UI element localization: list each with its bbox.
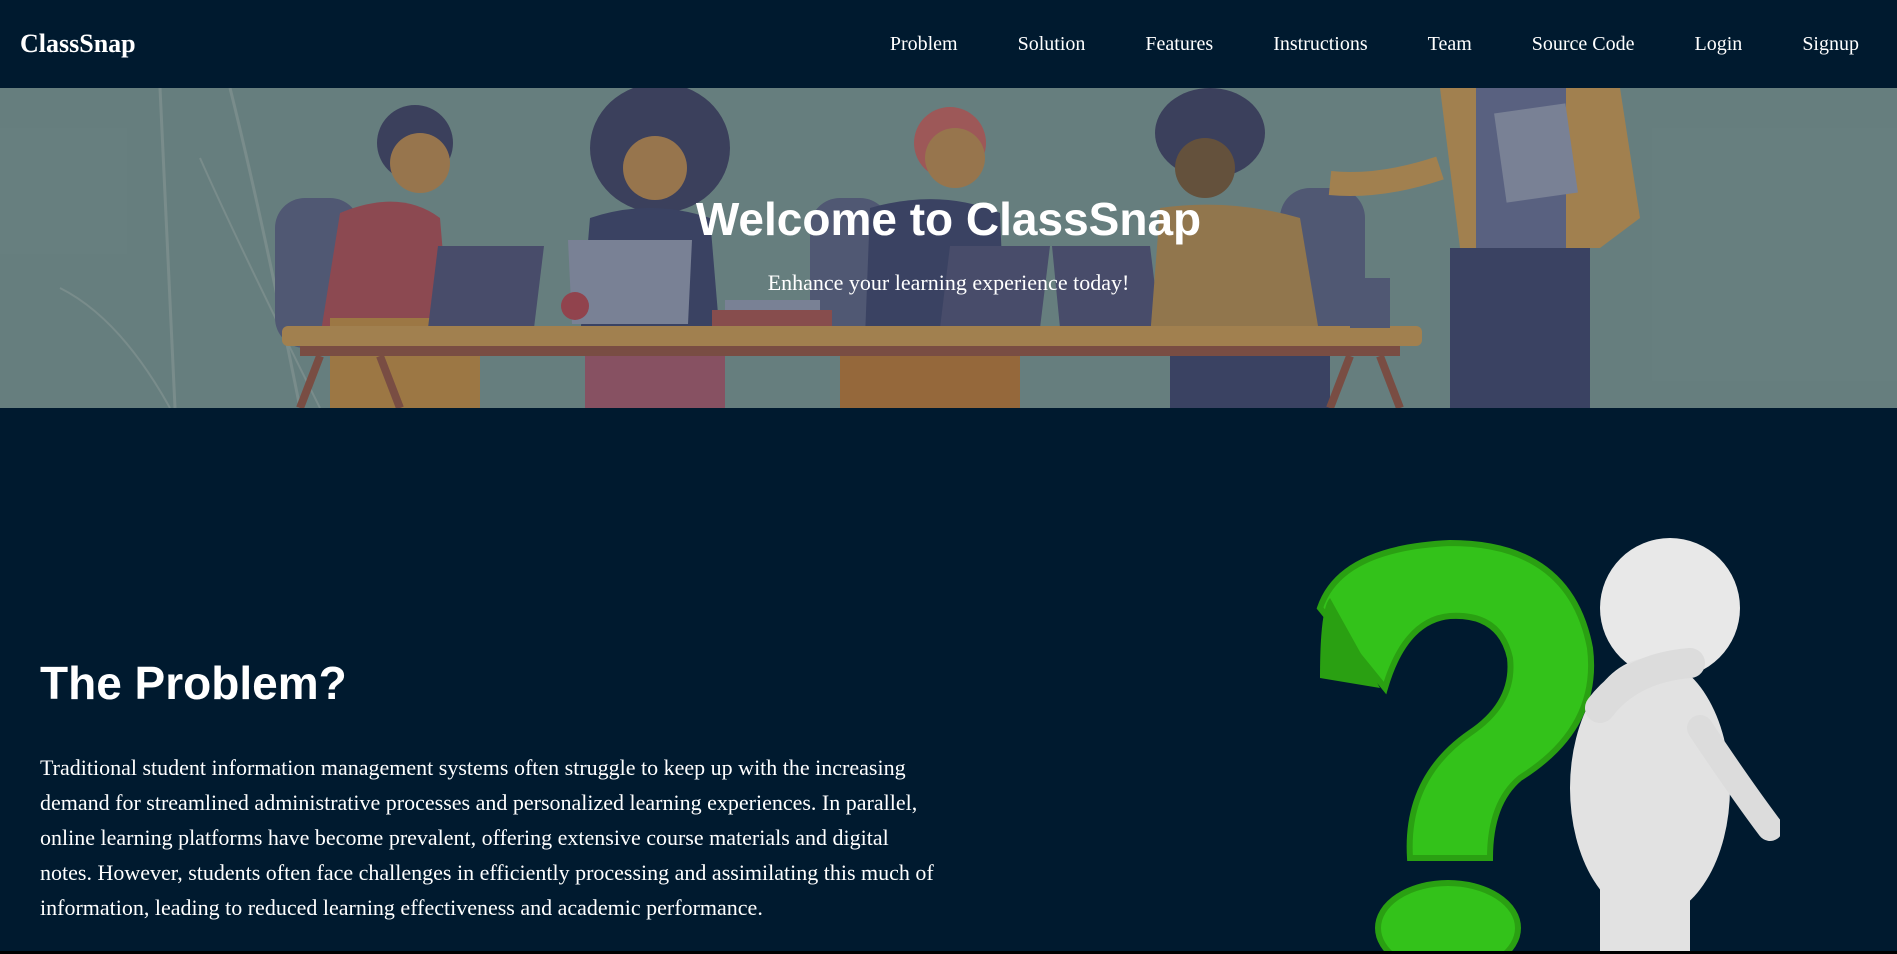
nav-link-login[interactable]: Login bbox=[1665, 33, 1773, 56]
nav-link-instructions[interactable]: Instructions bbox=[1243, 33, 1397, 56]
brand-logo[interactable]: ClassSnap bbox=[20, 29, 136, 59]
nav-link-solution[interactable]: Solution bbox=[988, 33, 1116, 56]
nav-link-signup[interactable]: Signup bbox=[1772, 33, 1877, 56]
thinking-figure-question-mark bbox=[1316, 538, 1780, 954]
nav-link-problem[interactable]: Problem bbox=[860, 33, 988, 56]
hero-subtitle: Enhance your learning experience today! bbox=[767, 270, 1130, 295]
hero-title: Welcome to ClassSnap bbox=[695, 193, 1202, 245]
hero-overlay bbox=[0, 88, 1897, 408]
problem-description: Traditional student information manageme… bbox=[40, 755, 934, 920]
hero-banner: Welcome to ClassSnap Enhance your learni… bbox=[0, 88, 1897, 408]
nav-link-team[interactable]: Team bbox=[1398, 33, 1502, 56]
navbar: ClassSnap Problem Solution Features Inst… bbox=[0, 0, 1897, 88]
nav-link-features[interactable]: Features bbox=[1115, 33, 1243, 56]
problem-title: The Problem? bbox=[40, 657, 347, 709]
nav-link-source-code[interactable]: Source Code bbox=[1502, 33, 1665, 56]
problem-section: The Problem? Traditional student informa… bbox=[0, 408, 1897, 954]
nav-links: Problem Solution Features Instructions T… bbox=[860, 33, 1877, 56]
